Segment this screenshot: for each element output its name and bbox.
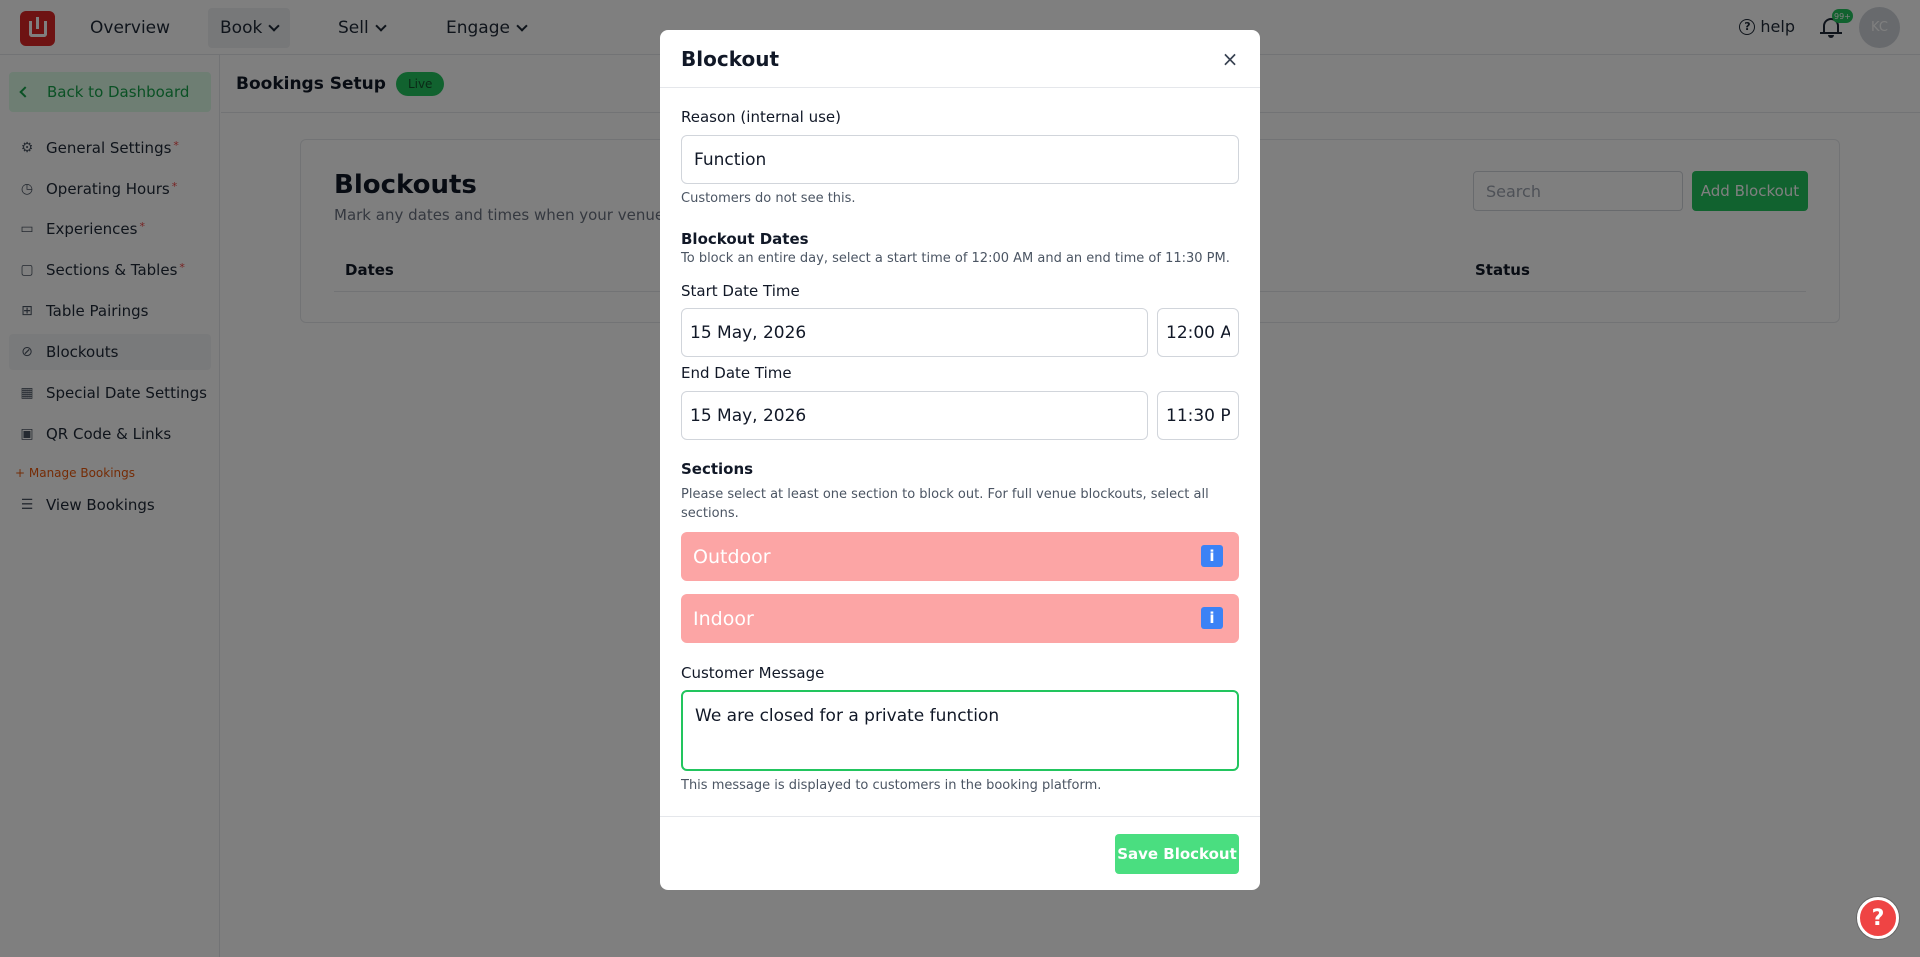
help-fab-button[interactable]: ? — [1857, 897, 1899, 939]
end-time-input[interactable] — [1157, 391, 1239, 440]
blockout-modal: Blockout × Reason (internal use) Custome… — [660, 30, 1260, 890]
sections-heading: Sections — [681, 460, 754, 478]
start-date-input[interactable] — [681, 308, 1148, 357]
start-datetime-label: Start Date Time — [681, 282, 800, 300]
info-icon[interactable]: i — [1201, 607, 1223, 629]
modal-title: Blockout — [681, 47, 779, 71]
start-time-input[interactable] — [1157, 308, 1239, 357]
reason-input[interactable] — [681, 135, 1239, 184]
end-date-input[interactable] — [681, 391, 1148, 440]
modal-header: Blockout × — [660, 30, 1260, 88]
customer-message-label: Customer Message — [681, 664, 825, 682]
customer-message-input[interactable]: We are closed for a private function — [681, 690, 1239, 771]
modal-footer: Save Blockout — [660, 816, 1260, 890]
save-blockout-button[interactable]: Save Blockout — [1115, 834, 1239, 874]
customer-message-hint: This message is displayed to customers i… — [681, 778, 1102, 793]
close-icon[interactable]: × — [1220, 47, 1240, 71]
reason-hint: Customers do not see this. — [681, 191, 856, 206]
blockout-dates-heading: Blockout Dates — [681, 230, 809, 248]
section-toggle-indoor[interactable]: Indoor i — [681, 594, 1239, 643]
section-label: Indoor — [693, 607, 754, 630]
section-label: Outdoor — [693, 545, 771, 568]
blockout-dates-hint: To block an entire day, select a start t… — [681, 251, 1230, 266]
info-icon[interactable]: i — [1201, 545, 1223, 567]
sections-hint: Please select at least one section to bl… — [681, 487, 1209, 521]
section-toggle-outdoor[interactable]: Outdoor i — [681, 532, 1239, 581]
end-datetime-label: End Date Time — [681, 364, 792, 382]
reason-label: Reason (internal use) — [681, 108, 842, 126]
